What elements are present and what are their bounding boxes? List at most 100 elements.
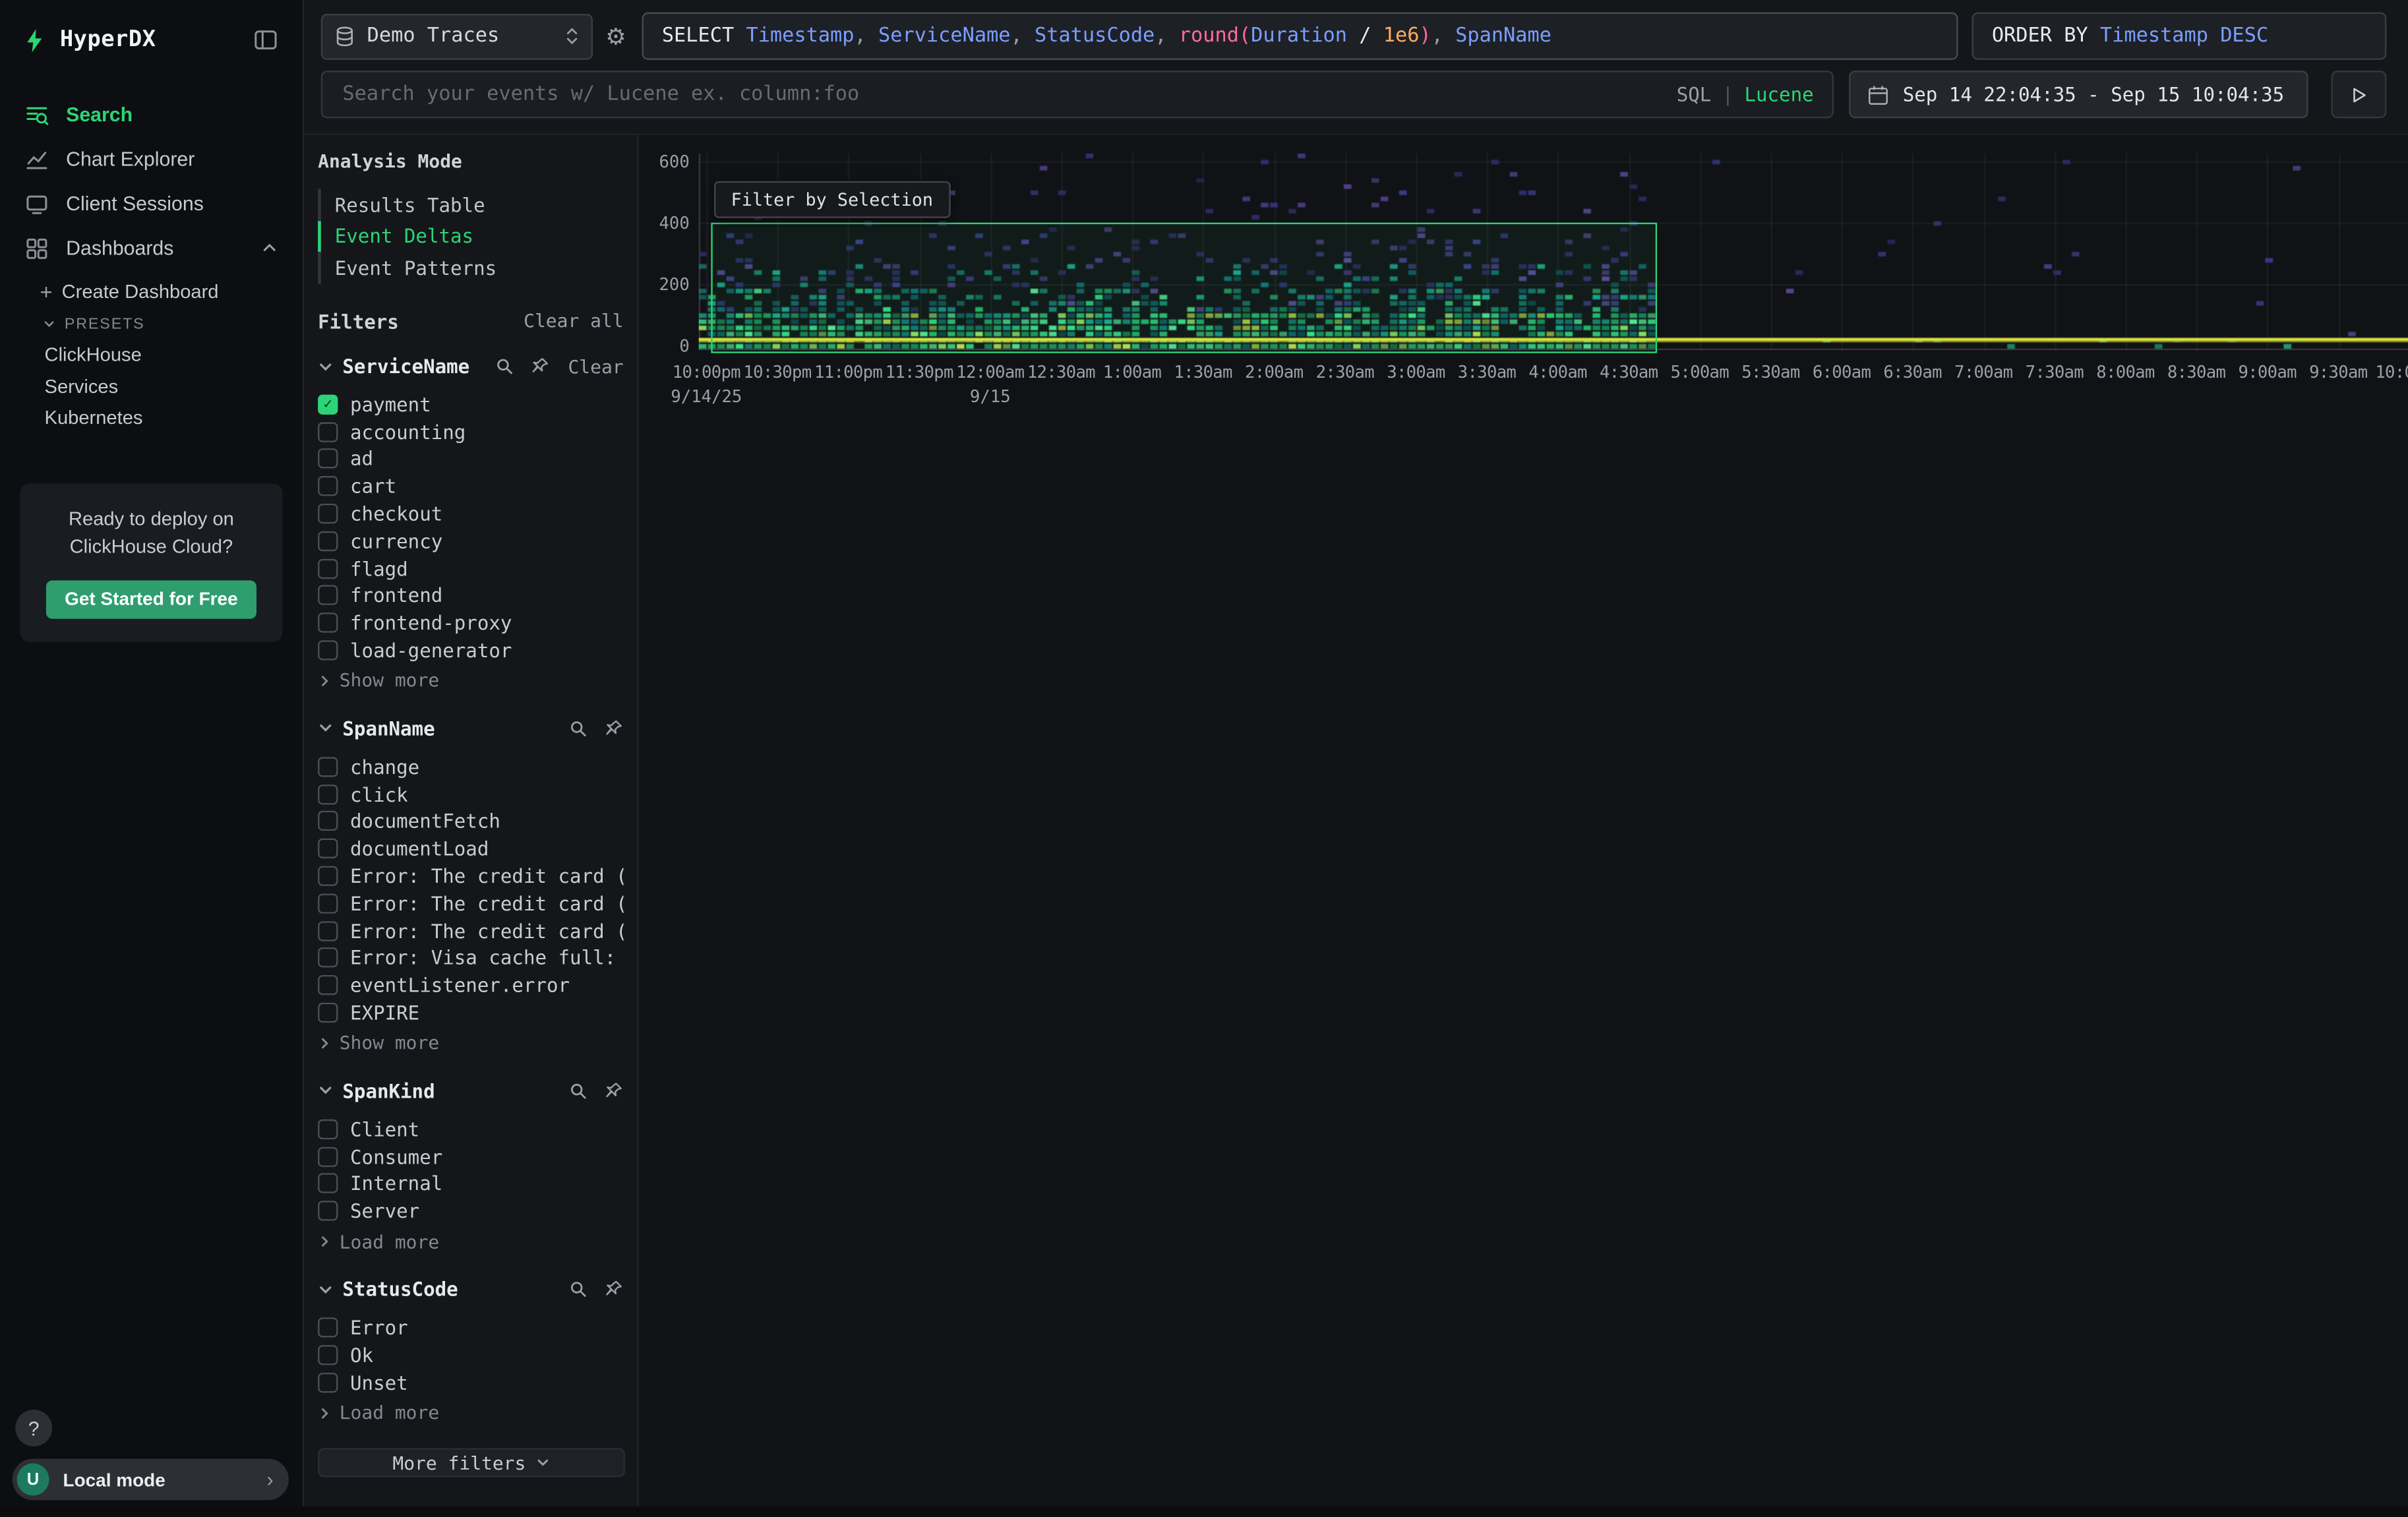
search-input[interactable] [321,71,1834,118]
filter-option-consumer[interactable]: Consumer [318,1143,623,1170]
settings-gear-button[interactable]: ⚙ [596,13,636,59]
preset-clickhouse[interactable]: ClickHouse [0,340,303,371]
checkbox-icon[interactable] [318,1201,338,1221]
filter-option-unset[interactable]: Unset [318,1369,623,1396]
checkbox-icon[interactable] [318,1146,338,1166]
analysis-mode-option-results-table[interactable]: Results Table [318,189,623,220]
filter-option-documentload[interactable]: documentLoad [318,835,623,862]
filter-option-error-visa-cache-full[interactable]: Error: Visa cache full: … [318,944,623,971]
filter-option-expire[interactable]: EXPIRE [318,999,623,1026]
filter-option-accounting[interactable]: accounting [318,418,623,445]
sql-mode-toggle[interactable]: SQL [1677,83,1712,106]
filter-option-documentfetch[interactable]: documentFetch [318,808,623,835]
time-range-picker[interactable]: Sep 14 22:04:35 - Sep 15 10:04:35 [1849,71,2308,118]
lucene-mode-toggle[interactable]: Lucene [1744,83,1813,106]
checkbox-icon[interactable] [318,422,338,442]
chart-selection[interactable] [711,223,1657,353]
filter-option-cart[interactable]: cart [318,473,623,500]
user-menu[interactable]: U Local mode › [13,1459,289,1501]
run-query-button[interactable] [2332,71,2387,118]
checkbox-icon[interactable] [318,477,338,496]
filter-option-currency[interactable]: currency [318,527,623,554]
filter-group-title[interactable]: SpanName [342,717,435,740]
checkbox-icon[interactable] [318,1345,338,1365]
get-started-button[interactable]: Get Started for Free [46,580,256,618]
filter-option-server[interactable]: Server [318,1197,623,1224]
search-icon[interactable] [568,1081,588,1101]
checkbox-icon[interactable]: ✓ [318,394,338,414]
filter-option-error-the-credit-card[interactable]: Error: The credit card (… [318,917,623,944]
checkbox-icon[interactable] [318,812,338,831]
sidebar-item-client-sessions[interactable]: Client Sessions [0,181,303,226]
pin-icon[interactable] [529,356,549,376]
filter-option-frontend[interactable]: frontend [318,582,623,609]
checkbox-icon[interactable] [318,449,338,469]
search-icon[interactable] [495,356,514,376]
preset-services[interactable]: Services [0,371,303,402]
filter-option-checkout[interactable]: checkout [318,500,623,527]
pin-icon[interactable] [603,1081,623,1101]
chevron-down-icon[interactable] [318,1083,333,1098]
filter-by-selection-button[interactable]: Filter by Selection [714,181,950,218]
search-icon[interactable] [568,1279,588,1299]
checkbox-icon[interactable] [318,1003,338,1023]
show-more-link[interactable]: Show more [318,667,623,695]
checkbox-icon[interactable] [318,504,338,523]
chevron-down-icon[interactable] [318,359,333,374]
clear-all-link[interactable]: Clear all [524,310,623,332]
chevron-down-icon[interactable] [318,721,333,736]
filter-option-ad[interactable]: ad [318,446,623,473]
sidebar-item-search[interactable]: Search [0,92,303,137]
checkbox-icon[interactable] [318,531,338,551]
filter-option-error-the-credit-card[interactable]: Error: The credit card (… [318,890,623,917]
chevron-down-icon[interactable] [318,1282,333,1297]
filter-option-ok[interactable]: Ok [318,1341,623,1368]
filter-group-title[interactable]: SpanKind [342,1079,435,1102]
load-more-link[interactable]: Load more [318,1228,623,1255]
pin-icon[interactable] [603,1279,623,1299]
filter-option-eventlistener-error[interactable]: eventListener.error [318,972,623,999]
checkbox-icon[interactable] [318,948,338,968]
checkbox-icon[interactable] [318,640,338,660]
search-icon[interactable] [568,719,588,738]
filter-option-frontend-proxy[interactable]: frontend-proxy [318,609,623,636]
help-button[interactable]: ? [15,1410,52,1446]
collapse-sidebar-icon[interactable] [251,24,282,55]
checkbox-icon[interactable] [318,976,338,996]
checkbox-icon[interactable] [318,866,338,886]
more-filters-button[interactable]: More filters [318,1448,625,1477]
checkbox-icon[interactable] [318,1372,338,1392]
load-more-link[interactable]: Load more [318,1399,623,1427]
filter-group-title[interactable]: ServiceName [342,355,469,378]
filter-option-internal[interactable]: Internal [318,1170,623,1197]
create-dashboard-button[interactable]: + Create Dashboard [0,275,303,309]
presets-toggle[interactable]: PRESETS [0,309,303,340]
hyperdx-logo[interactable]: HyperDX [22,27,251,53]
checkbox-icon[interactable] [318,1174,338,1193]
filter-option-click[interactable]: click [318,781,623,808]
sidebar-item-chart-explorer[interactable]: Chart Explorer [0,136,303,181]
preset-kubernetes[interactable]: Kubernetes [0,402,303,434]
checkbox-icon[interactable] [318,613,338,633]
filter-option-payment[interactable]: ✓payment [318,391,623,418]
filter-option-error-the-credit-card[interactable]: Error: The credit card (… [318,862,623,889]
source-select[interactable]: Demo Traces [321,13,593,59]
checkbox-icon[interactable] [318,1119,338,1139]
filter-option-flagd[interactable]: flagd [318,554,623,581]
checkbox-icon[interactable] [318,784,338,804]
filter-option-load-generator[interactable]: load-generator [318,637,623,664]
filter-group-title[interactable]: StatusCode [342,1278,458,1301]
analysis-mode-option-event-patterns[interactable]: Event Patterns [318,252,623,283]
show-more-link[interactable]: Show more [318,1030,623,1057]
filter-option-change[interactable]: change [318,753,623,780]
checkbox-icon[interactable] [318,839,338,858]
checkbox-icon[interactable] [318,585,338,605]
analysis-mode-option-event-deltas[interactable]: Event Deltas [318,220,623,252]
checkbox-icon[interactable] [318,558,338,578]
clear-filter-link[interactable]: Clear [568,355,623,377]
filter-option-error[interactable]: Error [318,1314,623,1341]
checkbox-icon[interactable] [318,1317,338,1337]
checkbox-icon[interactable] [318,893,338,913]
pin-icon[interactable] [603,719,623,738]
order-by-editor[interactable]: ORDER BY Timestamp DESC [1972,13,2387,60]
